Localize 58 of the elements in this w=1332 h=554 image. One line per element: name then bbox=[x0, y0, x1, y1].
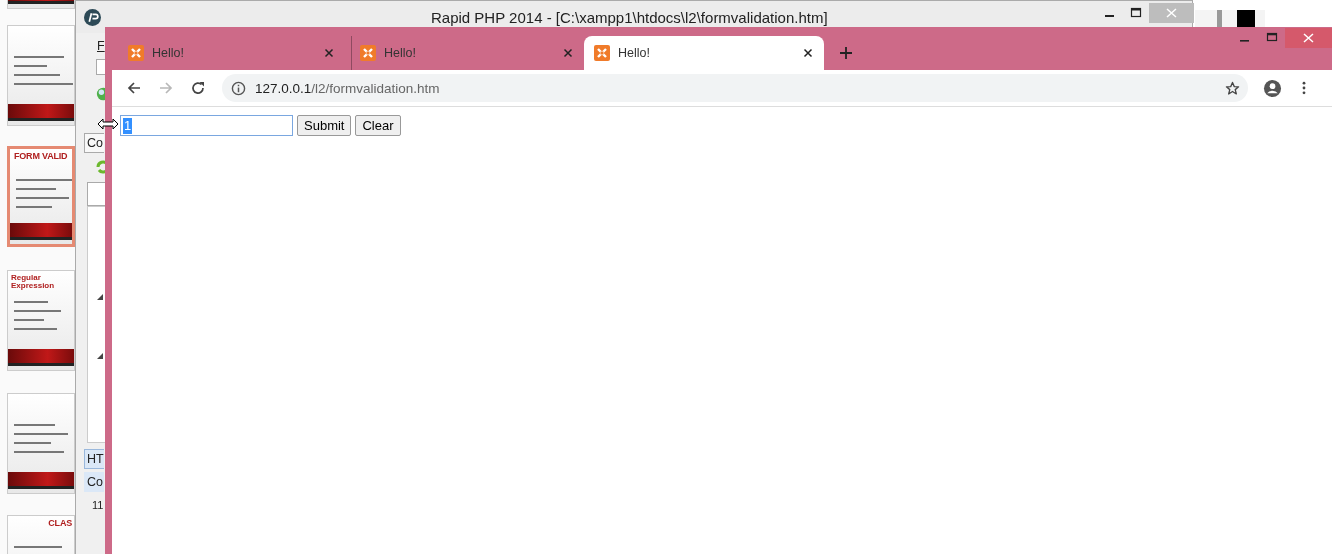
favicon-icon bbox=[594, 45, 610, 61]
text-line bbox=[16, 188, 56, 190]
text-line bbox=[16, 206, 52, 208]
menu-item[interactable]: F bbox=[97, 39, 105, 53]
slide-thumbnail[interactable] bbox=[7, 25, 75, 126]
tab[interactable]: HT bbox=[84, 449, 104, 469]
browser-tab[interactable]: Hello! bbox=[120, 36, 345, 70]
back-icon[interactable] bbox=[126, 80, 142, 96]
slide-thumbnail[interactable]: CLAS bbox=[7, 515, 75, 554]
dropdown[interactable]: Co bbox=[84, 133, 104, 153]
expand-icon[interactable] bbox=[97, 294, 103, 300]
browser-tab[interactable]: Hello! bbox=[584, 36, 824, 70]
slide-title: CLAS bbox=[48, 518, 72, 528]
text-line bbox=[14, 319, 44, 321]
expand-icon[interactable] bbox=[97, 353, 103, 359]
slide-banner bbox=[10, 223, 72, 240]
address-bar[interactable]: 127.0.0.1/l2/formvalidation.htm bbox=[222, 74, 1248, 102]
slide-banner bbox=[8, 104, 74, 121]
text-line bbox=[14, 442, 51, 444]
text-line bbox=[16, 179, 72, 181]
text-line bbox=[14, 65, 47, 67]
clear-button[interactable]: Clear bbox=[355, 115, 401, 136]
slide-banner bbox=[8, 472, 74, 489]
text-line bbox=[14, 424, 55, 426]
favicon-icon bbox=[128, 45, 144, 61]
tab[interactable]: Co bbox=[84, 472, 104, 492]
slide-title: FORM VALID bbox=[14, 151, 68, 161]
new-tab-icon[interactable] bbox=[839, 46, 853, 60]
slide-thumbnail[interactable]: Regular Expression bbox=[7, 270, 75, 371]
text-line bbox=[14, 301, 48, 303]
slide-banner bbox=[8, 349, 74, 366]
reload-icon[interactable] bbox=[190, 80, 206, 96]
app-logo-icon bbox=[84, 8, 101, 26]
status-text: 11 bbox=[92, 499, 104, 511]
search-field[interactable] bbox=[87, 182, 105, 206]
text-line bbox=[16, 197, 69, 199]
text-line bbox=[14, 433, 68, 435]
profile-icon[interactable] bbox=[1263, 78, 1282, 98]
text-line bbox=[14, 451, 64, 453]
submit-button[interactable]: Submit bbox=[297, 115, 352, 136]
slide-thumbnail[interactable]: FORM VALID bbox=[7, 146, 75, 247]
text-line bbox=[14, 56, 64, 58]
close-tab-icon[interactable] bbox=[803, 48, 813, 58]
info-icon[interactable] bbox=[231, 80, 246, 96]
text-line bbox=[14, 74, 60, 76]
text-line bbox=[14, 546, 62, 548]
url-text: 127.0.0.1/l2/formvalidation.htm bbox=[255, 80, 440, 96]
text-line bbox=[14, 310, 61, 312]
slide-thumbnail[interactable] bbox=[7, 393, 75, 494]
window-title: Rapid PHP 2014 - [C:\xampp1\htdocs\l2\formvalidation.htm] bbox=[431, 9, 828, 26]
text-line bbox=[14, 328, 57, 330]
star-icon[interactable] bbox=[1225, 80, 1240, 96]
favicon-icon bbox=[360, 45, 376, 61]
toolbar-field[interactable] bbox=[96, 59, 105, 75]
menu-icon[interactable] bbox=[1302, 81, 1306, 95]
close-button[interactable] bbox=[1285, 28, 1332, 48]
text-line bbox=[14, 83, 73, 85]
slide-title: Regular Expression bbox=[11, 274, 56, 290]
